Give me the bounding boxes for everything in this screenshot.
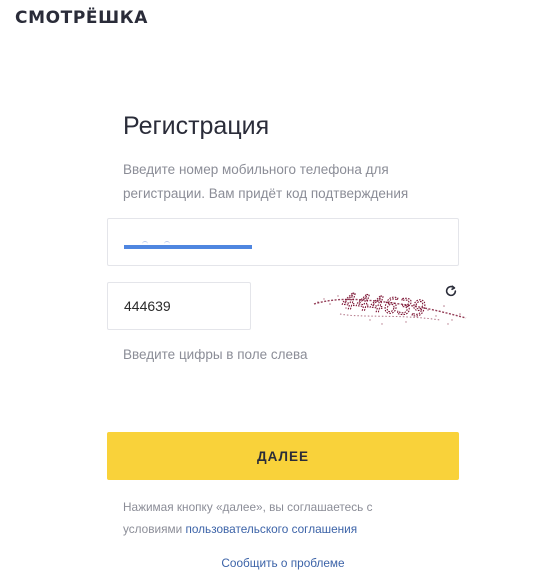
- next-button[interactable]: ДАЛЕЕ: [107, 432, 459, 480]
- registration-description: Введите номер мобильного телефона для ре…: [123, 162, 409, 201]
- brand-logo: СМОТРЁШКА: [15, 8, 148, 28]
- agreement-text: Нажимая кнопку «далее», вы соглашаетесь …: [123, 496, 423, 540]
- phone-mask-bracket: [164, 241, 170, 245]
- captcha-text: 444639: [341, 289, 427, 323]
- report-problem-link[interactable]: Сообщить о проблеме: [0, 556, 552, 570]
- refresh-icon[interactable]: [444, 284, 458, 298]
- phone-input[interactable]: [107, 218, 459, 266]
- captcha-hint: Введите цифры в поле слева: [123, 347, 308, 362]
- user-agreement-link[interactable]: пользовательского соглашения: [185, 522, 357, 536]
- captcha-input[interactable]: [107, 282, 251, 330]
- page-title: Регистрация: [123, 112, 270, 140]
- phone-input-masked-value: [124, 245, 252, 249]
- phone-mask-bracket: [142, 241, 148, 245]
